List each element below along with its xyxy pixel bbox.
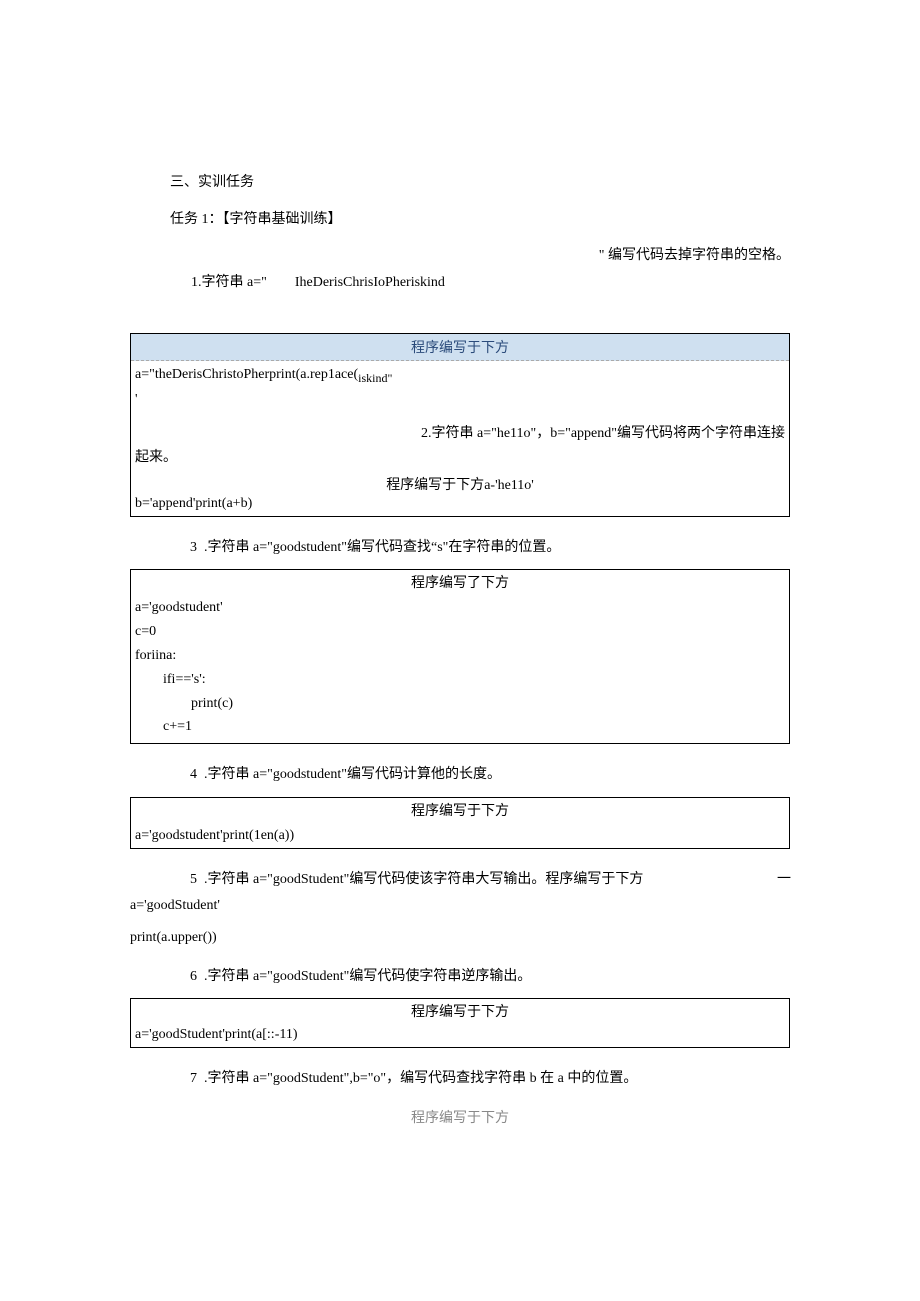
q5-block: 5 .字符串 a="goodStudent"编写代码使该字符串大写输出。程序编写… [190, 867, 790, 894]
q6-code: a='goodStudent'print(a[::-11) [131, 1027, 789, 1047]
page-container: 三、实训任务 任务 1：【字符串基础训练】 1.字符串 a=" IheDeris… [0, 0, 920, 1187]
q2-text-cont: 起来。 [135, 450, 177, 465]
q6-codebox: 程序编写于下方 a='goodStudent'print(a[::-11) [130, 998, 790, 1048]
q1-box-header: 程序编写于下方 [131, 334, 789, 361]
q2-inner-header-text: 程序编写于下方 [386, 478, 484, 493]
q1-prompt: 1.字符串 a=" IheDerisChrisIoPheriskind " 编写… [170, 243, 790, 323]
q2-prompt-row2: 起来。 [131, 446, 789, 466]
section-heading: 三、实训任务 [170, 170, 790, 197]
q1-q2-codebox: 程序编写于下方 a="theDerisChristoPherprint(a.re… [130, 333, 790, 517]
q2-code-footer: b='append'print(a+b) [131, 496, 789, 516]
q4-prompt: 4 .字符串 a="goodstudent"编写代码计算他的长度。 [190, 762, 790, 789]
q3-codebox: 程序编写了下方 a='goodstudent' c=0 foriina: ifi… [130, 569, 790, 744]
q5-num: 5 [190, 872, 197, 887]
q3-code: a='goodstudent' c=0 foriina: ifi=='s': p… [131, 594, 789, 743]
q1-code-sub: iskind" [358, 368, 392, 388]
task-title: 任务 1：【字符串基础训练】 [170, 207, 790, 234]
q7-text: .字符串 a="goodStudent",b="o"，编写代码查找字符串 b 在… [204, 1071, 637, 1086]
q7-footer-header: 程序编写于下方 [130, 1107, 790, 1127]
q4-text: .字符串 a="goodstudent"编写代码计算他的长度。 [204, 767, 501, 782]
q2-inner-header-after: a-'he11o' [484, 478, 534, 494]
q2-prompt-row1: 2.字符串 a="he11o"，b="append"编写代码将两个字符串连接 [131, 416, 789, 446]
q2-text-right: 2.字符串 a="he11o"，b="append"编写代码将两个字符串连接 [421, 422, 785, 446]
q3-box-header: 程序编写了下方 [131, 570, 789, 594]
q6-box-header: 程序编写于下方 [131, 999, 789, 1023]
q6-num: 6 [190, 969, 197, 984]
q2-inner-header: 程序编写于下方 a-'he11o' [131, 466, 789, 496]
q4-box-header: 程序编写于下方 [131, 798, 789, 822]
q1-inline-code: IheDerisChrisIoPheriskind [295, 275, 445, 290]
q1-suffix: " 编写代码去掉字符串的空格。 [599, 243, 790, 323]
q5-code2: print(a.upper()) [130, 925, 790, 950]
q5-code1: a='goodStudent' [130, 893, 790, 918]
q6-prompt: 6 .字符串 a="goodStudent"编写代码使字符串逆序输出。 [190, 964, 790, 991]
q5-dash: 一 [777, 867, 790, 894]
q1-code-body: a="theDerisChristoPherprint(a.rep1ace( i… [131, 361, 789, 416]
q3-text: .字符串 a="goodstudent"编写代码查找“s"在字符串的位置。 [204, 540, 560, 555]
q7-prompt: 7 .字符串 a="goodStudent",b="o"，编写代码查找字符串 b… [190, 1066, 790, 1093]
q4-codebox: 程序编写于下方 a='goodstudent'print(1en(a)) [130, 797, 790, 849]
q3-num: 3 [190, 540, 197, 555]
q5-text: .字符串 a="goodStudent"编写代码使该字符串大写输出。程序编写于下… [204, 872, 643, 887]
q7-num: 7 [190, 1071, 197, 1086]
q6-text: .字符串 a="goodStudent"编写代码使字符串逆序输出。 [204, 969, 531, 984]
q1-prefix: 1.字符串 a=" [191, 275, 267, 290]
q4-num: 4 [190, 767, 197, 782]
q4-code: a='goodstudent'print(1en(a)) [131, 828, 789, 848]
q3-prompt: 3 .字符串 a="goodstudent"编写代码查找“s"在字符串的位置。 [190, 535, 790, 562]
q1-trailing-quote: ' [135, 392, 138, 407]
q1-code-line: a="theDerisChristoPherprint(a.rep1ace( [135, 367, 358, 382]
